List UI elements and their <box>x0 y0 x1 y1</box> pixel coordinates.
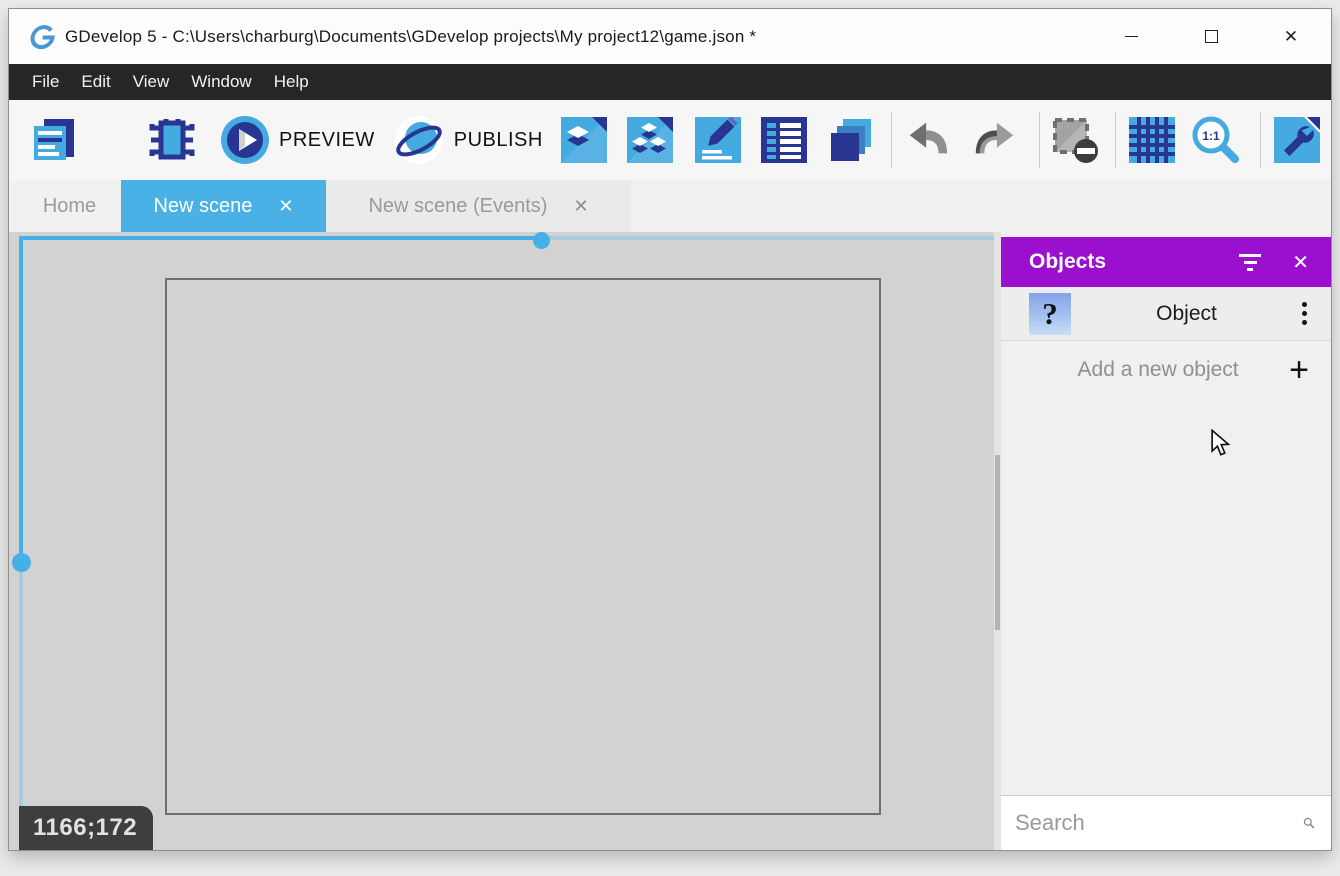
preview-play-icon <box>220 115 270 165</box>
objects-editor-button[interactable] <box>561 117 607 163</box>
add-object-label: Add a new object <box>1001 358 1289 382</box>
zoom-reset-button[interactable]: 1:1 <box>1190 114 1242 166</box>
objects-editor-icon <box>561 117 607 163</box>
minimize-icon <box>1125 36 1138 38</box>
selection-edge-top-light <box>542 236 994 240</box>
toolbar-separator <box>891 112 892 168</box>
menu-help[interactable]: Help <box>263 64 320 100</box>
editor-tab-bar: Home New scene ✕ New scene (Events) ✕ <box>9 180 1331 232</box>
toolbar-separator <box>1115 112 1116 168</box>
instances-list-icon <box>761 117 807 163</box>
tab-home-label: Home <box>43 195 96 218</box>
selection-edge-left <box>19 236 23 562</box>
toolbar-separator <box>1039 112 1040 168</box>
properties-button[interactable] <box>695 117 741 163</box>
undo-button[interactable] <box>905 117 951 163</box>
add-object-plus-icon[interactable]: + <box>1289 353 1309 387</box>
tab-new-scene[interactable]: New scene ✕ <box>121 180 326 232</box>
scene-window-border <box>165 278 881 815</box>
layers-icon <box>827 117 873 163</box>
publish-globe-icon <box>393 114 445 166</box>
project-manager-button[interactable] <box>30 116 78 164</box>
objects-panel-header: Objects ✕ <box>1001 237 1331 287</box>
object-groups-button[interactable] <box>627 117 673 163</box>
selection-handle-left[interactable] <box>12 553 31 572</box>
tab-home[interactable]: Home <box>18 180 121 232</box>
canvas-scrollbar-thumb[interactable] <box>995 455 1000 630</box>
minimize-button[interactable] <box>1091 9 1171 64</box>
zoom-one-to-one-icon: 1:1 <box>1190 114 1242 166</box>
scene-properties-button[interactable] <box>1274 117 1320 163</box>
close-button[interactable]: ✕ <box>1251 9 1331 64</box>
properties-pencil-icon <box>695 117 741 163</box>
gdevelop-window: GDevelop 5 - C:\Users\charburg\Documents… <box>8 8 1332 851</box>
window-title: GDevelop 5 - C:\Users\charburg\Documents… <box>65 27 756 47</box>
redo-icon <box>972 117 1018 163</box>
search-icon[interactable] <box>1303 808 1315 838</box>
preview-label: PREVIEW <box>279 129 375 152</box>
object-groups-icon <box>627 117 673 163</box>
tab-close-icon[interactable]: ✕ <box>278 196 293 217</box>
wrench-icon <box>1274 117 1320 163</box>
menu-view[interactable]: View <box>122 64 181 100</box>
publish-label: PUBLISH <box>454 129 543 152</box>
selection-handle-top[interactable] <box>533 232 550 249</box>
cursor-coordinates-badge: 1166;172 <box>19 806 153 850</box>
undo-icon <box>905 117 951 163</box>
content-area: 1166;172 Objects ✕ ? Object Add a new ob… <box>9 232 1331 850</box>
object-search-row <box>1001 795 1331 850</box>
layers-button[interactable] <box>827 117 873 163</box>
grid-icon <box>1129 117 1175 163</box>
instances-list-button[interactable] <box>761 117 807 163</box>
tab-new-scene-label: New scene <box>153 195 252 218</box>
object-list-item[interactable]: ? Object <box>1001 287 1331 341</box>
maximize-icon <box>1205 30 1218 43</box>
object-name: Object <box>1071 302 1302 326</box>
object-search-input[interactable] <box>1001 810 1303 836</box>
svg-text:1:1: 1:1 <box>1202 129 1220 143</box>
selection-edge-top <box>19 236 542 240</box>
object-menu-kebab-icon[interactable] <box>1302 302 1307 325</box>
object-thumbnail-icon: ? <box>1029 293 1071 335</box>
menu-window[interactable]: Window <box>180 64 262 100</box>
debugger-button[interactable] <box>148 116 196 164</box>
window-controls: ✕ <box>1091 9 1331 64</box>
gdevelop-logo-icon <box>29 24 55 50</box>
filter-icon[interactable] <box>1238 254 1262 271</box>
toolbar-separator <box>1260 112 1261 168</box>
objects-panel-close-icon[interactable]: ✕ <box>1292 250 1309 275</box>
menu-edit[interactable]: Edit <box>70 64 121 100</box>
tab-new-scene-events[interactable]: New scene (Events) ✕ <box>326 180 631 232</box>
menu-bar: File Edit View Window Help <box>9 64 1331 100</box>
close-icon: ✕ <box>1284 27 1298 47</box>
maximize-button[interactable] <box>1171 9 1251 64</box>
objects-panel-empty-area <box>1001 398 1331 795</box>
debugger-icon <box>148 116 196 164</box>
tab-close-icon[interactable]: ✕ <box>573 196 588 217</box>
toolbar: PREVIEW PUBLISH <box>9 100 1331 180</box>
scene-editor-canvas[interactable]: 1166;172 <box>9 232 994 850</box>
title-bar: GDevelop 5 - C:\Users\charburg\Documents… <box>9 9 1331 64</box>
deselect-icon <box>1050 115 1100 165</box>
menu-file[interactable]: File <box>21 64 70 100</box>
redo-button[interactable] <box>972 117 1018 163</box>
canvas-scrollbar[interactable] <box>994 232 1001 850</box>
deselect-button[interactable] <box>1050 115 1100 165</box>
grid-button[interactable] <box>1129 117 1175 163</box>
objects-panel: Objects ✕ ? Object Add a new object + <box>1001 232 1331 850</box>
add-object-row[interactable]: Add a new object + <box>1001 341 1331 398</box>
preview-button[interactable]: PREVIEW <box>220 115 375 165</box>
publish-button[interactable]: PUBLISH <box>393 114 543 166</box>
objects-panel-title: Objects <box>1029 250 1238 274</box>
tab-new-scene-events-label: New scene (Events) <box>368 195 547 218</box>
project-manager-icon <box>30 116 78 164</box>
